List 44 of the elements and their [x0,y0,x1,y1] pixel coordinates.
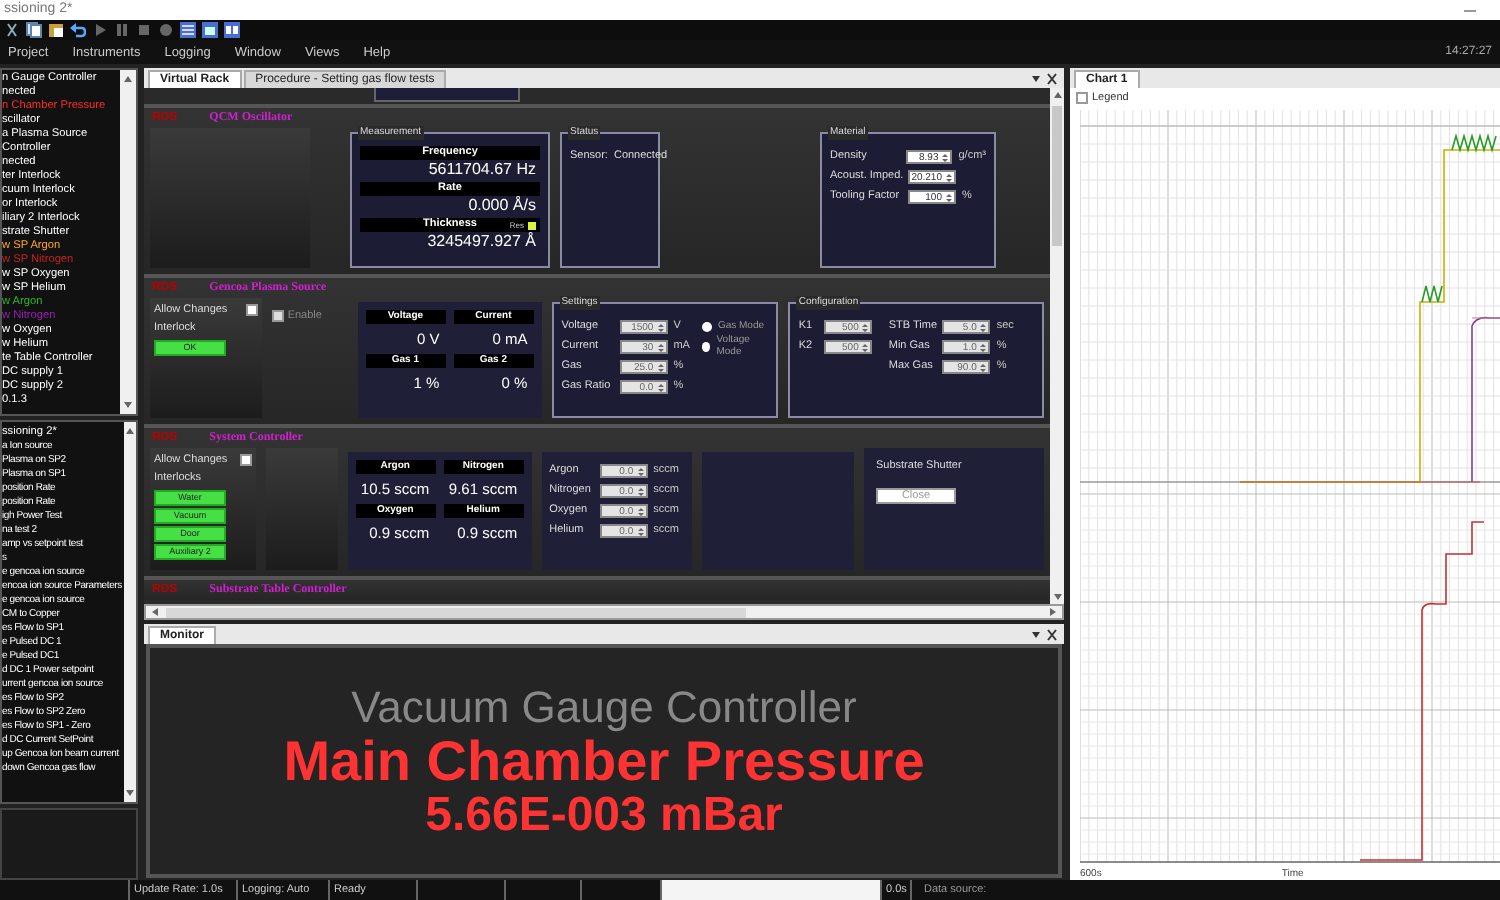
readout-value: 3245497.927 Å [425,232,538,252]
radio-button[interactable] [701,341,711,351]
spin-arrows-icon[interactable] [980,343,987,351]
instrument-name: Vacuum Gauge Controller [351,683,857,731]
window-icon[interactable] [202,22,218,38]
spin-arrows-icon[interactable] [657,323,664,331]
scrollbar[interactable] [144,604,1064,620]
spin-arrows-icon[interactable] [637,507,644,515]
spin-arrows-icon[interactable] [862,343,869,351]
spin-arrows-icon[interactable] [637,487,644,495]
spin-arrows-icon[interactable] [657,363,664,371]
spin-arrows-icon[interactable] [657,343,664,351]
spin-arrows-icon[interactable] [946,193,952,201]
stop-icon[interactable] [136,22,152,38]
scrollbar[interactable] [120,70,136,414]
spin-arrows-icon[interactable] [946,173,952,181]
record-icon[interactable] [158,22,174,38]
spin-arrows-icon[interactable] [980,363,987,371]
spin-arrows-icon[interactable] [980,323,987,331]
checkbox[interactable] [239,454,252,466]
pin-close-icon[interactable] [1030,628,1058,642]
radio-button[interactable] [701,321,712,331]
checkbox[interactable] [245,304,258,316]
pin-close-icon[interactable] [1030,72,1058,86]
spin-arrows-icon[interactable] [637,467,644,475]
channel-name: Main Chamber Pressure [283,731,925,789]
pause-icon[interactable] [114,22,130,38]
spin-arrows-icon[interactable] [657,383,664,391]
scrollbar[interactable] [1050,88,1064,604]
window-list-icon[interactable] [180,22,196,38]
spin-arrows-icon[interactable] [942,153,949,161]
spin-arrows-icon[interactable] [637,527,644,535]
copy-icon[interactable] [26,22,42,38]
panel-background [265,448,338,570]
checkbox[interactable] [1076,92,1088,104]
cut-icon[interactable] [4,22,20,38]
undo-icon[interactable] [70,22,86,38]
spin-arrows-icon[interactable] [862,323,869,331]
readout-value: 0.000 Å/s [466,196,538,216]
pressure-reading: 5.66E-003 mBar [425,789,783,839]
tile-icon[interactable] [224,22,240,38]
scrollbar[interactable] [124,422,136,802]
paste-icon[interactable] [48,22,64,38]
readout-value: 5611704.67 Hz [426,160,538,180]
